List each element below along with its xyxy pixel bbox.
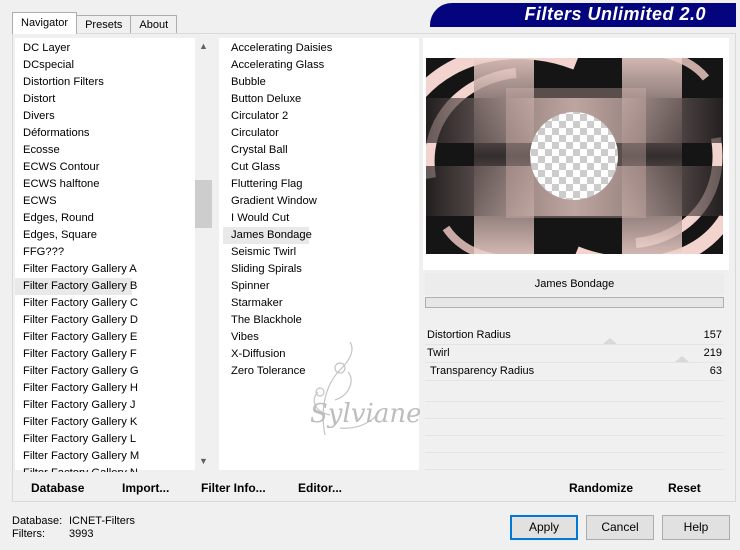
filter-list-item[interactable]: Accelerating Glass bbox=[223, 57, 332, 74]
category-list-item[interactable]: DC Layer bbox=[15, 40, 195, 57]
filter-list-item[interactable]: Gradient Window bbox=[223, 193, 332, 210]
filter-list-item[interactable]: Sliding Spirals bbox=[223, 261, 332, 278]
category-list-item[interactable]: FFG??? bbox=[15, 244, 195, 261]
slider-thumb[interactable] bbox=[603, 338, 617, 344]
param-value: 63 bbox=[709, 365, 722, 377]
filter-list-item[interactable]: Bubble bbox=[223, 74, 332, 91]
apply-button[interactable]: Apply bbox=[510, 515, 578, 540]
filter-list-item[interactable]: Accelerating Daisies bbox=[223, 40, 332, 57]
empty-row bbox=[425, 402, 724, 419]
category-list-item[interactable]: ECWS Contour bbox=[15, 159, 195, 176]
empty-row bbox=[425, 385, 724, 402]
slider-thumb[interactable] bbox=[675, 356, 689, 362]
parameter-sliders: Distortion Radius 157 Twirl 219 Transpar… bbox=[425, 327, 724, 381]
empty-row bbox=[425, 436, 724, 453]
category-items: DC Layer DCspecial Distortion Filters Disto… bbox=[15, 40, 195, 482]
slider-distortion-radius[interactable]: Distortion Radius 157 bbox=[425, 327, 724, 345]
navigator-button-bar: Database Import... Filter Info... Editor… bbox=[15, 472, 419, 498]
filter-list-item[interactable]: Starmaker bbox=[223, 295, 332, 312]
app-banner: Filters Unlimited 2.0 bbox=[430, 3, 736, 27]
database-button[interactable]: Database bbox=[31, 481, 84, 495]
filter-title: James Bondage bbox=[425, 273, 724, 295]
category-list-item[interactable]: Filter Factory Gallery E bbox=[15, 329, 195, 346]
tab-navigator[interactable]: Navigator bbox=[12, 12, 78, 34]
category-list-item[interactable]: Filter Factory Gallery K bbox=[15, 414, 195, 431]
slider-transparency-radius[interactable]: Transparency Radius 63 bbox=[425, 363, 724, 381]
empty-row bbox=[425, 453, 724, 470]
scroll-up-icon[interactable]: ▲ bbox=[195, 38, 212, 55]
tab-presets[interactable]: Presets bbox=[76, 15, 132, 34]
reset-button[interactable]: Reset bbox=[668, 481, 701, 495]
category-list-item[interactable]: Filter Factory Gallery F bbox=[15, 346, 195, 363]
category-list-item[interactable]: Filter Factory Gallery L bbox=[15, 431, 195, 448]
app-title: Filters Unlimited 2.0 bbox=[524, 4, 706, 24]
category-list-item[interactable]: Filter Factory Gallery G bbox=[15, 363, 195, 380]
scrollbar-thumb[interactable] bbox=[195, 180, 212, 228]
cancel-button[interactable]: Cancel bbox=[586, 515, 654, 540]
preview-button-bar: Randomize Reset bbox=[425, 472, 724, 498]
category-list-item[interactable]: Déformations bbox=[15, 125, 195, 142]
watermark-text: Sylviane bbox=[310, 399, 420, 429]
category-list-item[interactable]: Edges, Square bbox=[15, 227, 195, 244]
scroll-down-icon[interactable]: ▼ bbox=[195, 453, 212, 470]
param-label: Twirl bbox=[427, 347, 450, 359]
category-list-item[interactable]: Filter Factory Gallery B bbox=[15, 278, 137, 295]
editor-button[interactable]: Editor... bbox=[298, 481, 342, 495]
filter-list-item[interactable]: I Would Cut bbox=[223, 210, 332, 227]
database-label: Database: bbox=[12, 515, 63, 527]
category-list-item[interactable]: Filter Factory Gallery J bbox=[15, 397, 195, 414]
category-list-item[interactable]: Ecosse bbox=[15, 142, 195, 159]
tab-strip: Navigator Presets About bbox=[12, 12, 178, 34]
category-list-item[interactable]: Filter Factory Gallery M bbox=[15, 448, 195, 465]
category-list-item[interactable]: ECWS bbox=[15, 193, 195, 210]
filters-count-label: Filters: bbox=[12, 528, 45, 540]
param-label: Transparency Radius bbox=[430, 365, 535, 377]
help-button[interactable]: Help bbox=[662, 515, 730, 540]
category-list-item[interactable]: Divers bbox=[15, 108, 195, 125]
category-scrollbar[interactable]: ▲ ▼ bbox=[195, 38, 212, 470]
category-list-item[interactable]: Filter Factory Gallery A bbox=[15, 261, 195, 278]
filter-list-item[interactable]: The Blackhole bbox=[223, 312, 332, 329]
filter-list-item[interactable]: Crystal Ball bbox=[223, 142, 332, 159]
category-list-item[interactable]: Filter Factory Gallery H bbox=[15, 380, 195, 397]
database-value: ICNET-Filters bbox=[69, 515, 135, 527]
filters-count-value: 3993 bbox=[69, 528, 94, 540]
category-list[interactable]: DC Layer DCspecial Distortion Filters Disto… bbox=[15, 38, 212, 479]
param-label: Distortion Radius bbox=[427, 329, 511, 341]
import-button[interactable]: Import... bbox=[122, 481, 169, 495]
category-list-item[interactable]: Edges, Round bbox=[15, 210, 195, 227]
category-list-item[interactable]: Filter Factory Gallery C bbox=[15, 295, 195, 312]
filter-list-item[interactable]: Circulator 2 bbox=[223, 108, 332, 125]
filter-list-item[interactable]: James Bondage bbox=[223, 227, 312, 244]
filter-list-item[interactable]: Button Deluxe bbox=[223, 91, 332, 108]
category-list-item[interactable]: ECWS halftone bbox=[15, 176, 195, 193]
filter-list-item[interactable]: Circulator bbox=[223, 125, 332, 142]
empty-parameter-rows bbox=[425, 385, 724, 470]
filter-list-item[interactable]: Fluttering Flag bbox=[223, 176, 332, 193]
randomize-button[interactable]: Randomize bbox=[569, 481, 633, 495]
category-list-item[interactable]: Distort bbox=[15, 91, 195, 108]
param-value: 157 bbox=[703, 329, 722, 341]
filter-progress-bar bbox=[425, 297, 724, 308]
filter-info-button[interactable]: Filter Info... bbox=[201, 481, 266, 495]
slider-twirl[interactable]: Twirl 219 bbox=[425, 345, 724, 363]
filter-list-item[interactable]: Seismic Twirl bbox=[223, 244, 332, 261]
empty-row bbox=[425, 419, 724, 436]
sylviane-watermark: Sylviane bbox=[280, 340, 421, 450]
tab-about[interactable]: About bbox=[130, 15, 178, 34]
filter-list-item[interactable]: Cut Glass bbox=[223, 159, 332, 176]
filter-list-item[interactable]: Spinner bbox=[223, 278, 332, 295]
filter-items: Accelerating Daisies Accelerating Glass Bu… bbox=[223, 40, 332, 380]
status-info: Database: ICNET-Filters Filters: 3993 bbox=[12, 515, 135, 541]
param-value: 219 bbox=[703, 347, 722, 359]
filter-preview bbox=[426, 58, 723, 254]
category-list-item[interactable]: Distortion Filters bbox=[15, 74, 195, 91]
category-list-item[interactable]: DCspecial bbox=[15, 57, 195, 74]
category-list-item[interactable]: Filter Factory Gallery D bbox=[15, 312, 195, 329]
